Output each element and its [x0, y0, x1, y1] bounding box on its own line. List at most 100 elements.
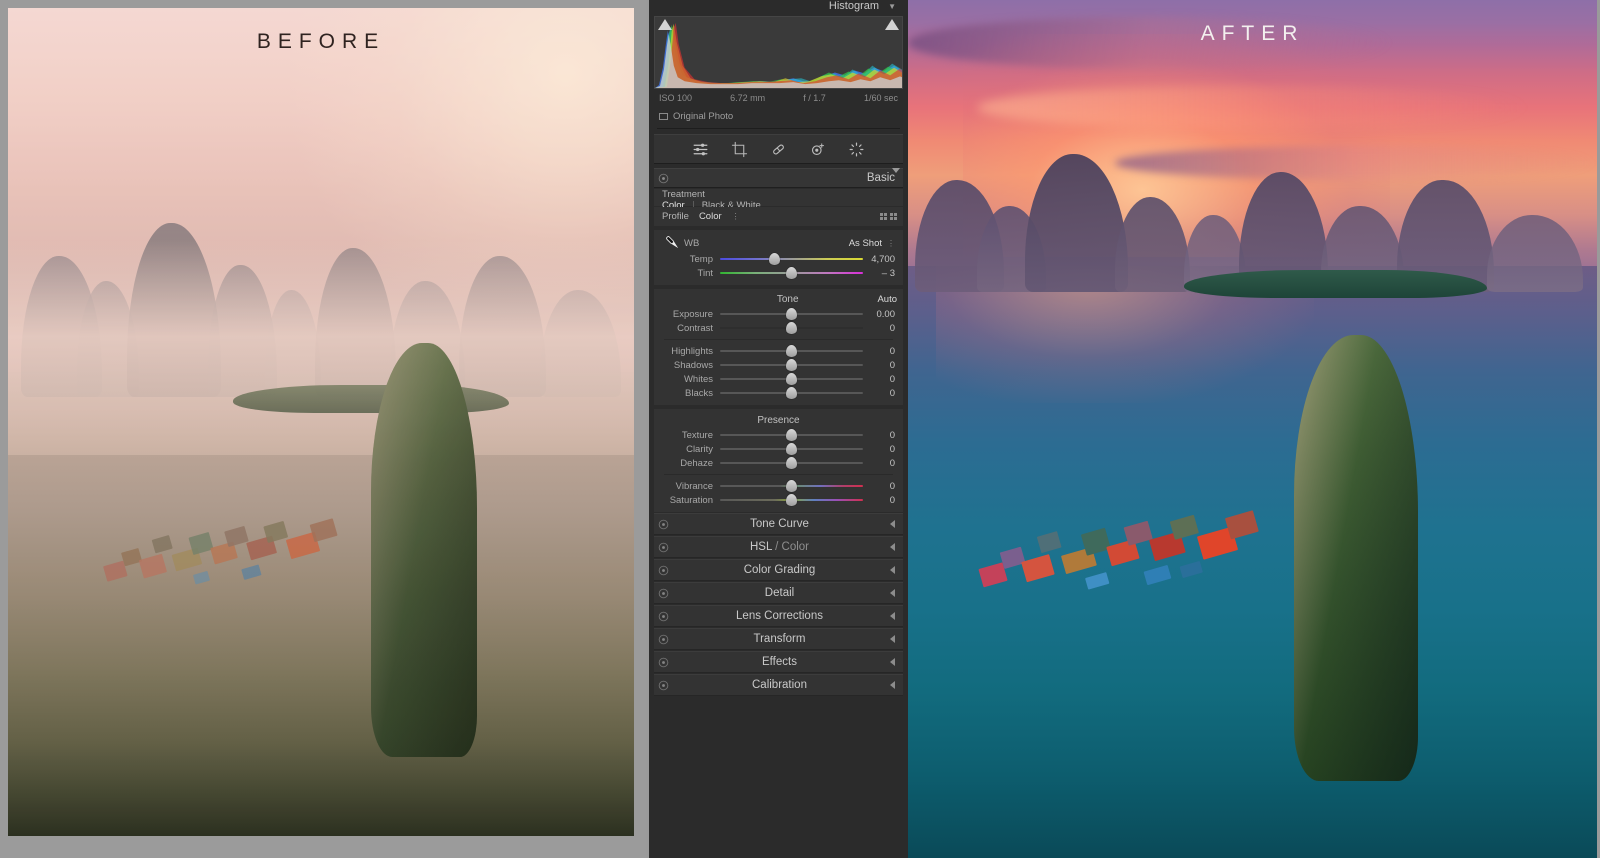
- slider-track[interactable]: [720, 373, 863, 385]
- slider-track[interactable]: [720, 308, 863, 320]
- chevron-right-icon[interactable]: [890, 566, 895, 574]
- chevron-right-icon[interactable]: [890, 589, 895, 597]
- chevron-right-icon[interactable]: [889, 681, 895, 689]
- highlight-clipping-icon[interactable]: [885, 19, 899, 30]
- crop-icon[interactable]: [731, 141, 748, 158]
- panel-hsl-color[interactable]: HSL / Color: [654, 536, 903, 558]
- slider-value[interactable]: 0: [863, 444, 897, 455]
- masking-icon[interactable]: [848, 141, 865, 158]
- slider-track[interactable]: [720, 494, 863, 506]
- slider-knob[interactable]: [786, 443, 797, 455]
- shutter-speed-value[interactable]: 1/60 sec: [864, 93, 898, 103]
- chevron-right-icon[interactable]: [889, 658, 895, 666]
- slider-knob[interactable]: [786, 494, 797, 506]
- red-eye-icon[interactable]: [809, 141, 826, 158]
- slider-value[interactable]: 0: [863, 346, 897, 357]
- slider-value[interactable]: – 3: [863, 268, 897, 279]
- panel-switch-icon[interactable]: [658, 565, 669, 576]
- focal-length-value[interactable]: 6.72 mm: [730, 93, 765, 103]
- panel-effects[interactable]: Effects: [654, 651, 903, 673]
- panel-switch-icon[interactable]: [658, 519, 669, 530]
- slider-saturation[interactable]: Saturation 0: [654, 493, 903, 507]
- slider-value[interactable]: 0: [863, 430, 897, 441]
- healing-brush-icon[interactable]: [770, 141, 787, 158]
- slider-knob[interactable]: [786, 359, 797, 371]
- slider-value[interactable]: 0: [863, 495, 897, 506]
- slider-value[interactable]: 4,700: [863, 254, 897, 265]
- slider-knob[interactable]: [768, 253, 780, 265]
- panel-switch-icon[interactable]: [658, 542, 669, 553]
- slider-value[interactable]: 0: [863, 323, 897, 334]
- slider-track[interactable]: [720, 359, 863, 371]
- slider-tint[interactable]: Tint – 3: [654, 266, 903, 280]
- basic-panel-header[interactable]: Basic: [654, 167, 903, 188]
- chevron-down-icon[interactable]: ⋮: [887, 239, 895, 248]
- slider-contrast[interactable]: Contrast 0: [654, 321, 903, 335]
- slider-blacks[interactable]: Blacks 0: [654, 386, 903, 400]
- slider-vibrance[interactable]: Vibrance 0: [654, 479, 903, 493]
- panel-switch-icon[interactable]: [658, 173, 669, 184]
- panel-detail[interactable]: Detail: [654, 582, 903, 604]
- slider-value[interactable]: 0: [863, 388, 897, 399]
- aperture-value[interactable]: f / 1.7: [803, 93, 826, 103]
- iso-value[interactable]: ISO 100: [659, 93, 692, 103]
- slider-whites[interactable]: Whites 0: [654, 372, 903, 386]
- slider-value[interactable]: 0.00: [863, 309, 897, 320]
- slider-track[interactable]: [720, 457, 863, 469]
- slider-dehaze[interactable]: Dehaze 0: [654, 456, 903, 470]
- original-photo-toggle[interactable]: Original Photo: [657, 108, 900, 129]
- panel-switch-icon[interactable]: [658, 588, 669, 599]
- slider-knob[interactable]: [786, 429, 797, 441]
- chevron-right-icon[interactable]: [889, 635, 895, 643]
- profile-value[interactable]: Color: [699, 211, 722, 222]
- wb-value[interactable]: As Shot: [849, 238, 882, 249]
- shadow-clipping-icon[interactable]: [658, 19, 672, 30]
- slider-knob[interactable]: [786, 480, 797, 492]
- chevron-right-icon[interactable]: [890, 543, 895, 551]
- slider-track[interactable]: [720, 429, 863, 441]
- panel-tone-curve[interactable]: Tone Curve: [654, 513, 903, 535]
- chevron-right-icon[interactable]: [890, 612, 895, 620]
- slider-value[interactable]: 0: [863, 374, 897, 385]
- panel-switch-icon[interactable]: [658, 657, 669, 668]
- slider-knob[interactable]: [786, 387, 797, 399]
- panel-transform[interactable]: Transform: [654, 628, 903, 650]
- panel-switch-icon[interactable]: [658, 680, 669, 691]
- slider-track[interactable]: [720, 322, 863, 334]
- slider-value[interactable]: 0: [863, 458, 897, 469]
- panel-switch-icon[interactable]: [658, 634, 669, 645]
- slider-knob[interactable]: [786, 322, 797, 334]
- histogram-header[interactable]: Histogram ▼: [649, 0, 908, 13]
- slider-knob[interactable]: [786, 457, 797, 469]
- slider-temp[interactable]: Temp 4,700: [654, 252, 903, 266]
- panel-calibration[interactable]: Calibration: [654, 674, 903, 696]
- slider-track[interactable]: [720, 267, 863, 279]
- chevron-down-icon[interactable]: ⋮: [732, 212, 740, 221]
- slider-shadows[interactable]: Shadows 0: [654, 358, 903, 372]
- slider-knob[interactable]: [786, 345, 797, 357]
- slider-track[interactable]: [720, 480, 863, 492]
- histogram-graph[interactable]: [654, 16, 903, 89]
- slider-texture[interactable]: Texture 0: [654, 428, 903, 442]
- chevron-down-icon[interactable]: ▼: [888, 2, 896, 11]
- chevron-right-icon[interactable]: [890, 520, 895, 528]
- slider-value[interactable]: 0: [863, 360, 897, 371]
- chevron-down-icon[interactable]: [892, 167, 900, 184]
- slider-track[interactable]: [720, 253, 863, 265]
- edit-sliders-icon[interactable]: [692, 141, 709, 158]
- eyedropper-icon[interactable]: [662, 232, 684, 254]
- slider-knob[interactable]: [786, 373, 797, 385]
- slider-track[interactable]: [720, 387, 863, 399]
- slider-value[interactable]: 0: [863, 481, 897, 492]
- auto-tone-button[interactable]: Auto: [877, 294, 897, 305]
- slider-clarity[interactable]: Clarity 0: [654, 442, 903, 456]
- panel-color-grading[interactable]: Color Grading: [654, 559, 903, 581]
- slider-track[interactable]: [720, 345, 863, 357]
- panel-lens-corrections[interactable]: Lens Corrections: [654, 605, 903, 627]
- slider-exposure[interactable]: Exposure 0.00: [654, 307, 903, 321]
- profile-grid-icon[interactable]: [880, 213, 897, 220]
- panel-switch-icon[interactable]: [658, 611, 669, 622]
- slider-knob[interactable]: [786, 267, 797, 279]
- slider-knob[interactable]: [786, 308, 797, 320]
- slider-highlights[interactable]: Highlights 0: [654, 344, 903, 358]
